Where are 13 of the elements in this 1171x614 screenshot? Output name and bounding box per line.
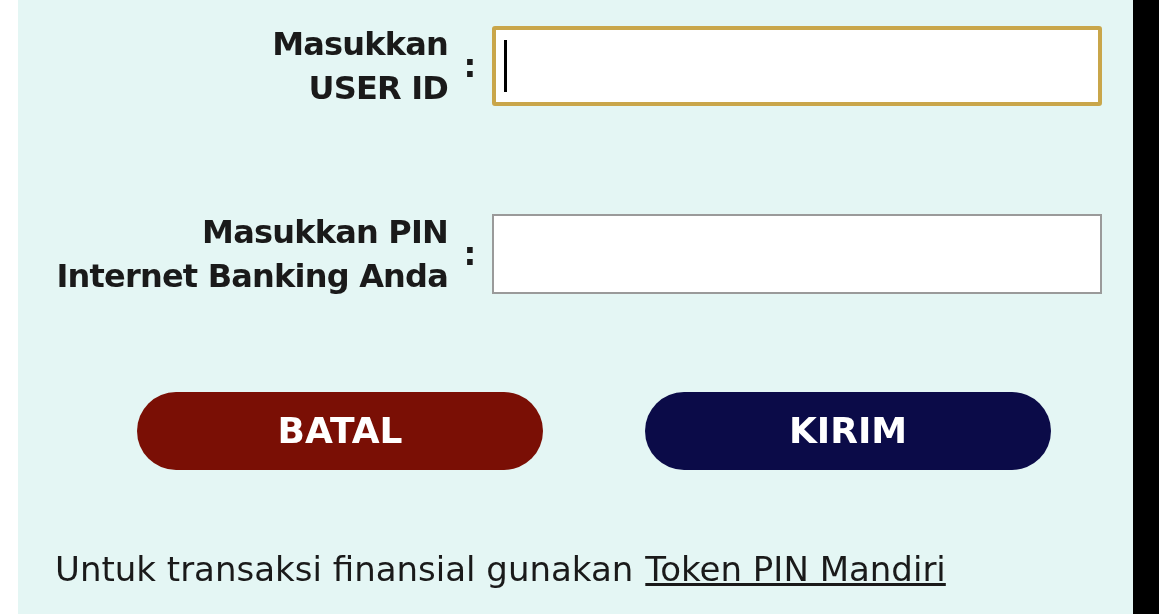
text-cursor [504, 40, 507, 92]
colon: : [462, 46, 478, 87]
field-label: Masukkan [272, 24, 448, 65]
cancel-button[interactable]: BATAL [137, 392, 543, 470]
input-field[interactable] [492, 26, 1102, 106]
footer-text: Untuk transaksi finansial gunakan [55, 548, 634, 591]
field-label: Internet Banking Anda [56, 256, 448, 297]
submit-button[interactable]: KIRIM [645, 392, 1051, 470]
colon: : [462, 234, 478, 275]
field-label: Masukkan PIN [202, 212, 448, 253]
input-field[interactable] [492, 214, 1102, 294]
token-link[interactable]: Token PIN Mandiri [645, 544, 946, 595]
field-label: USER ID [308, 68, 448, 109]
